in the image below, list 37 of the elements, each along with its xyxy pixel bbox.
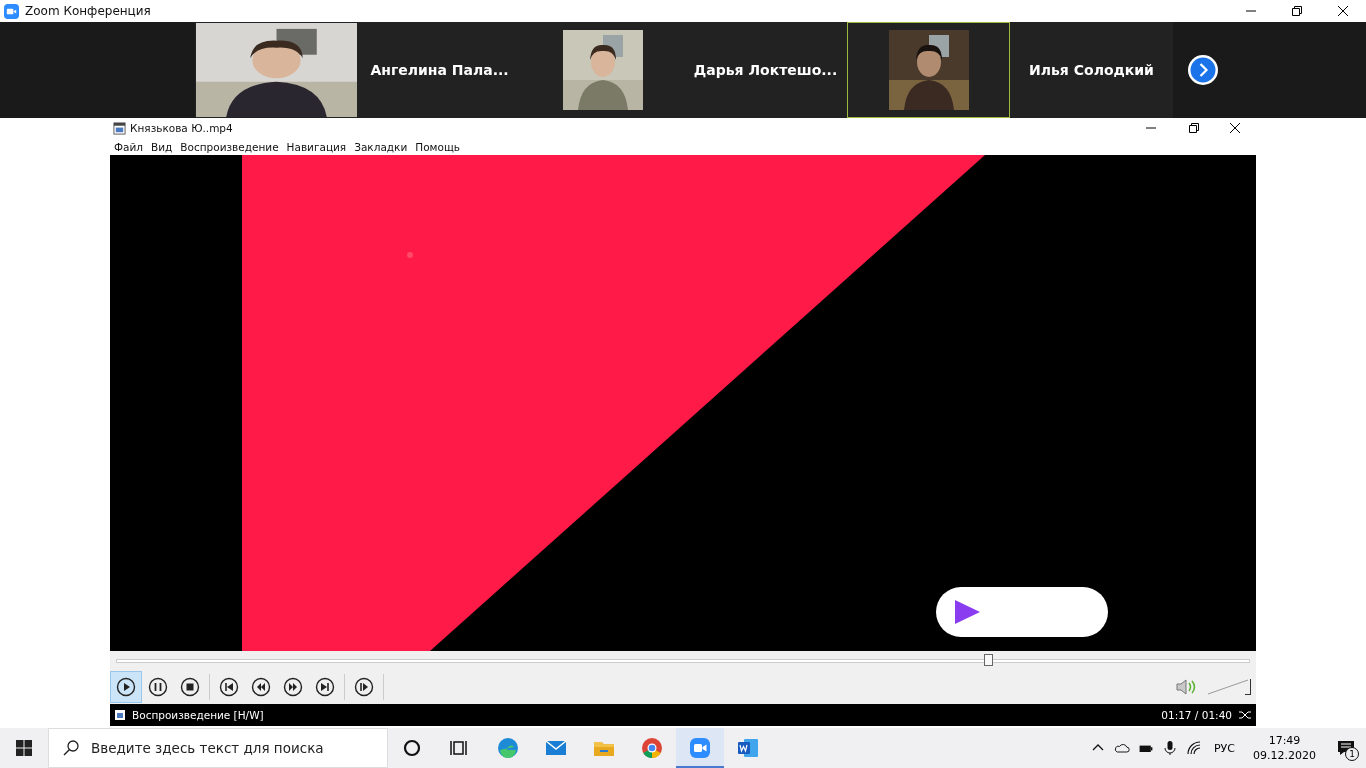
zoom-app-icon[interactable]	[676, 728, 724, 768]
participant-tile[interactable]	[847, 22, 1010, 118]
windows-logo-icon[interactable]	[16, 740, 32, 756]
play-button[interactable]	[110, 671, 142, 703]
window-title: Zoom Конференция	[25, 4, 151, 18]
wifi-icon[interactable]	[1186, 740, 1202, 756]
participant-tile[interactable]: Дарья Локтешо...	[684, 22, 847, 118]
film-icon	[114, 709, 126, 721]
search-bar[interactable]: Введите здесь текст для поиска	[48, 728, 388, 768]
microphone-icon[interactable]	[1162, 740, 1178, 756]
search-field[interactable]: Введите здесь текст для поиска	[89, 739, 387, 757]
clock-date[interactable]: 09.12.2020	[1253, 748, 1316, 763]
participant-name: Илья Солодкий	[1029, 62, 1154, 78]
next-arrow-icon[interactable]	[1187, 54, 1219, 86]
film-icon	[113, 121, 126, 135]
participant-name: Дарья Локтешо...	[693, 62, 838, 78]
menu-item[interactable]: Помощь	[415, 140, 461, 153]
camera-icon	[4, 3, 19, 19]
clock-time[interactable]: 17:49	[1268, 733, 1301, 748]
search-icon	[63, 740, 79, 756]
volume-thumb[interactable]	[1245, 679, 1251, 695]
language-indicator[interactable]: РУС	[1214, 741, 1235, 755]
shuffle-icon[interactable]	[1238, 710, 1252, 720]
status-text: Воспроизведение [H/W]	[132, 709, 264, 721]
window-title: Князькова Ю..mp4	[130, 122, 233, 134]
menu-item[interactable]: Файл	[114, 140, 143, 153]
time-display: 01:17 / 01:40	[1161, 709, 1232, 721]
seek-thumb[interactable]	[983, 653, 993, 666]
menu-item[interactable]: Воспроизведение	[180, 140, 279, 153]
menu-item[interactable]: Вид	[151, 140, 173, 153]
menu-item[interactable]: Навигация	[286, 140, 347, 153]
participant-tile[interactable]: Илья Солодкий	[1010, 22, 1173, 118]
notification-count: 1	[1345, 747, 1359, 761]
volume-slider[interactable]	[1208, 679, 1248, 695]
menu-item[interactable]: Закладки	[354, 140, 408, 153]
participant-tile[interactable]: Ангелина Пала...	[358, 22, 521, 118]
participant-name: Ангелина Пала...	[370, 62, 509, 78]
